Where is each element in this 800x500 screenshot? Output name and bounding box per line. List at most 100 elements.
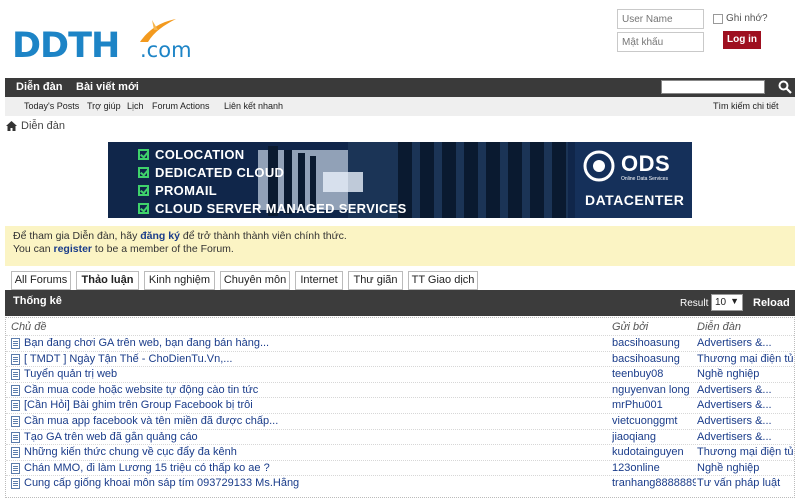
list-title: Thống kê bbox=[13, 295, 62, 307]
tab-tt-giao-dich[interactable]: TT Giao dịch bbox=[408, 271, 478, 290]
topic-forum-link[interactable]: Advertisers &... bbox=[697, 431, 793, 443]
notice-text: You can bbox=[13, 243, 54, 255]
topic-forum-link[interactable]: Advertisers &... bbox=[697, 384, 793, 396]
site-logo[interactable]: DDTH .com bbox=[12, 16, 192, 66]
result-count-select[interactable]: 10 ▼ bbox=[711, 294, 743, 311]
subnav-calendar[interactable]: Lịch bbox=[127, 101, 144, 111]
document-icon bbox=[11, 384, 20, 396]
topic-title-link[interactable]: [ TMDT ] Ngày Tận Thế - ChoDienTu.Vn,... bbox=[24, 353, 604, 365]
subnav-forum-actions[interactable]: Forum Actions bbox=[152, 101, 210, 111]
login-button[interactable]: Log in bbox=[723, 31, 761, 49]
tab-thao-luan[interactable]: Thảo luận bbox=[76, 271, 139, 290]
column-header-author: Gửi bởi bbox=[612, 321, 649, 333]
banner-brand-sub: Online Data Services bbox=[621, 176, 668, 182]
advanced-search-link[interactable]: Tìm kiếm chi tiết bbox=[713, 101, 779, 111]
topic-forum-link[interactable]: Tư vấn pháp luật bbox=[697, 477, 793, 489]
username-input[interactable] bbox=[617, 9, 704, 29]
topic-title-link[interactable]: Cần mua app facebook và tên miền đã được… bbox=[24, 415, 604, 427]
topic-author-link[interactable]: bacsihoasung bbox=[612, 353, 696, 365]
table-row: Bạn đang chơi GA trên web, bạn đang bán … bbox=[6, 335, 794, 350]
result-count-value: 10 bbox=[715, 297, 727, 308]
topic-forum-link[interactable]: Advertisers &... bbox=[697, 399, 793, 411]
logo-text: DDTH bbox=[12, 26, 120, 66]
table-row: Chán MMO, đi làm Lương 15 triệu có thấp … bbox=[6, 459, 794, 475]
sub-navbar: Today's Posts Trợ giúp Lịch Forum Action… bbox=[5, 97, 795, 116]
tab-chuyen-mon[interactable]: Chuyên môn bbox=[220, 271, 290, 290]
check-icon bbox=[138, 166, 149, 178]
topic-author-link[interactable]: 123online bbox=[612, 462, 696, 474]
table-row: [ TMDT ] Ngày Tận Thế - ChoDienTu.Vn,...… bbox=[6, 350, 794, 366]
document-icon bbox=[11, 338, 20, 349]
breadcrumb-forum[interactable]: Diễn đàn bbox=[21, 120, 65, 132]
document-icon bbox=[11, 462, 20, 474]
tab-kinh-nghiem[interactable]: Kinh nghiệm bbox=[144, 271, 215, 290]
topic-title-link[interactable]: Tuyển quản trị web bbox=[24, 368, 604, 380]
topic-author-link[interactable]: mrPhu001 bbox=[612, 399, 696, 411]
register-link-vi[interactable]: đăng ký bbox=[140, 230, 180, 242]
ad-banner[interactable]: COLOCATION DEDICATED CLOUD PROMAIL CLOUD… bbox=[108, 142, 692, 218]
register-link[interactable]: register bbox=[53, 243, 92, 255]
subnav-quick-links[interactable]: Liên kết nhanh bbox=[224, 101, 283, 111]
document-icon bbox=[11, 353, 20, 365]
tab-internet[interactable]: Internet bbox=[295, 271, 343, 290]
topic-title-link[interactable]: Những kiến thức chung về cục đẩy đa kênh bbox=[24, 446, 604, 458]
search-icon[interactable] bbox=[777, 79, 793, 95]
banner-brand: ODS Online Data Services DATACENTER bbox=[575, 142, 692, 218]
banner-services: COLOCATION DEDICATED CLOUD PROMAIL CLOUD… bbox=[138, 145, 407, 217]
topic-forum-link[interactable]: Nghề nghiệp bbox=[697, 368, 793, 380]
topic-author-link[interactable]: jiaoqiang bbox=[612, 431, 696, 443]
topic-title-link[interactable]: Bạn đang chơi GA trên web, bạn đang bán … bbox=[24, 337, 604, 349]
topic-author-link[interactable]: tranhang8888889 bbox=[612, 477, 696, 489]
chevron-down-icon: ▼ bbox=[730, 296, 739, 306]
topic-author-link[interactable]: vietcuonggmt bbox=[612, 415, 696, 427]
tab-all-forums[interactable]: All Forums bbox=[11, 271, 71, 290]
notice-text: to be a member of the Forum. bbox=[92, 243, 234, 255]
remember-label: Ghi nhớ? bbox=[726, 13, 768, 24]
tab-thu-gian[interactable]: Thư giãn bbox=[348, 271, 403, 290]
topic-forum-link[interactable]: Advertisers &... bbox=[697, 415, 793, 427]
topic-forum-link[interactable]: Advertisers &... bbox=[697, 337, 793, 349]
subnav-help[interactable]: Trợ giúp bbox=[87, 101, 121, 111]
column-header-topic: Chủ đề bbox=[11, 321, 47, 333]
password-input[interactable] bbox=[617, 32, 704, 52]
document-icon bbox=[11, 478, 20, 490]
document-icon bbox=[11, 369, 20, 381]
topic-title-link[interactable]: [Cần Hỏi] Bài ghim trên Group Facebook b… bbox=[24, 399, 604, 411]
banner-service-item: CLOUD SERVER MANAGED SERVICES bbox=[138, 199, 407, 217]
document-icon bbox=[11, 400, 20, 412]
result-label: Result bbox=[680, 298, 709, 309]
nav-new-posts[interactable]: Bài viết mới bbox=[76, 81, 139, 93]
topic-title-link[interactable]: Cần mua code hoặc website tự động cào ti… bbox=[24, 384, 604, 396]
topic-title-link[interactable]: Tạo GA trên web đã gắn quảng cáo bbox=[24, 431, 604, 443]
topic-forum-link[interactable]: Thương mại điện tử bbox=[697, 353, 793, 365]
table-row: [Cần Hỏi] Bài ghim trên Group Facebook b… bbox=[6, 397, 794, 412]
topic-author-link[interactable]: nguyenvan long bbox=[612, 384, 696, 396]
topic-author-link[interactable]: kudotainguyen bbox=[612, 446, 696, 458]
reload-button[interactable]: Reload bbox=[753, 297, 790, 309]
breadcrumb: Diễn đàn bbox=[6, 120, 65, 132]
topic-author-link[interactable]: teenbuy08 bbox=[612, 368, 696, 380]
subnav-todays-posts[interactable]: Today's Posts bbox=[24, 101, 79, 111]
banner-service-item: COLOCATION bbox=[138, 145, 407, 163]
check-icon bbox=[138, 184, 149, 196]
table-row: Cung cấp giống khoai môn sáp tím 0937291… bbox=[6, 475, 794, 490]
topic-title-link[interactable]: Cung cấp giống khoai môn sáp tím 0937291… bbox=[24, 477, 604, 489]
list-header: Thống kê Result 10 ▼ Reload bbox=[5, 290, 795, 316]
topic-forum-link[interactable]: Nghề nghiệp bbox=[697, 462, 793, 474]
home-icon[interactable] bbox=[6, 121, 17, 131]
table-row: Những kiến thức chung về cục đẩy đa kênh… bbox=[6, 444, 794, 459]
search-input[interactable] bbox=[661, 80, 765, 94]
remember-me[interactable]: Ghi nhớ? bbox=[713, 13, 768, 24]
remember-checkbox[interactable] bbox=[713, 13, 723, 24]
table-row: Cần mua app facebook và tên miền đã được… bbox=[6, 413, 794, 428]
topic-author-link[interactable]: bacsihoasung bbox=[612, 337, 696, 349]
document-icon bbox=[11, 431, 20, 443]
topic-forum-link[interactable]: Thương mại điện tử bbox=[697, 446, 793, 458]
table-row: Tuyển quản trị web teenbuy08 Nghề nghiệp bbox=[6, 366, 794, 381]
topic-title-link[interactable]: Chán MMO, đi làm Lương 15 triệu có thấp … bbox=[24, 462, 604, 474]
nav-forum[interactable]: Diễn đàn bbox=[16, 81, 62, 93]
banner-service-item: PROMAIL bbox=[138, 181, 407, 199]
document-icon bbox=[11, 447, 20, 459]
register-notice: Để tham gia Diễn đàn, hãy đăng ký để trở… bbox=[5, 226, 795, 266]
notice-text: Để tham gia Diễn đàn, hãy bbox=[13, 230, 141, 242]
